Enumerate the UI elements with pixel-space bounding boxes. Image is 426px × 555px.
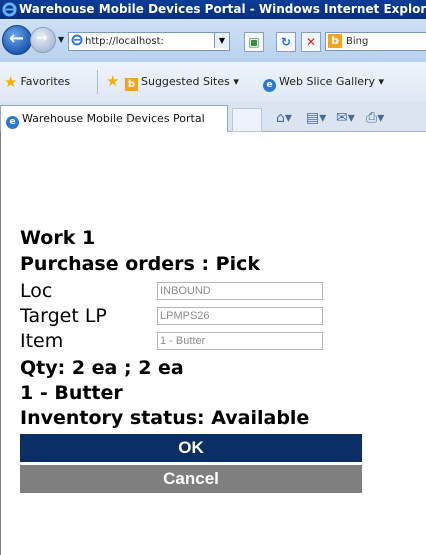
home-icon[interactable]: ⌂▾ <box>276 110 292 126</box>
new-tab-button[interactable] <box>232 108 262 132</box>
web-slice-gallery-link[interactable]: e Web Slice Gallery ▾ <box>263 74 384 92</box>
favorites-separator <box>97 70 98 94</box>
favorites-label: Favorites <box>20 75 71 88</box>
ie-logo-icon <box>2 2 17 17</box>
target-lp-row: Target LP <box>20 304 362 329</box>
add-to-favorites-icon[interactable]: ★ <box>106 72 119 90</box>
item-row: Item <box>20 329 362 354</box>
work-form: Work 1 Purchase orders : Pick Loc Target… <box>20 226 362 493</box>
bing-icon: b <box>328 34 342 48</box>
forward-button[interactable]: → <box>30 27 56 53</box>
navigation-bar: ← → ▼ http://localhost: ▼ ▣ ↻ ✕ b Bing <box>0 19 426 62</box>
search-placeholder: Bing <box>346 36 369 47</box>
favorites-star-icon: ★ <box>4 73 18 91</box>
favorites-bar: ★ Favorites ★ b Suggested Sites ▾ e Web Sli… <box>0 62 426 103</box>
item-label: Item <box>20 330 64 352</box>
search-input[interactable]: b Bing <box>325 32 426 51</box>
tab-label: Warehouse Mobile Devices Portal <box>22 112 205 125</box>
target-lp-field[interactable] <box>157 307 323 325</box>
tab-bar: e Warehouse Mobile Devices Portal ⌂▾ ▤▾ ✉… <box>0 102 426 132</box>
page-icon <box>71 34 83 46</box>
web-slice-gallery-icon: e <box>263 79 276 92</box>
address-field[interactable]: http://localhost: <box>68 32 230 51</box>
target-lp-label: Target LP <box>20 305 107 327</box>
print-icon[interactable]: ⎙▾ <box>366 110 384 126</box>
favorites-button[interactable]: ★ Favorites <box>4 74 70 90</box>
suggested-sites-label: Suggested Sites ▾ <box>141 75 239 88</box>
loc-row: Loc <box>20 279 362 304</box>
address-dropdown-icon[interactable]: ▼ <box>214 33 229 48</box>
page-subtitle: Purchase orders : Pick <box>20 253 260 275</box>
recent-pages-dropdown-icon[interactable]: ▼ <box>58 35 66 44</box>
refresh-icon[interactable]: ↻ <box>276 32 296 52</box>
window-titlebar: Warehouse Mobile Devices Portal - Window… <box>0 0 426 19</box>
read-mail-icon[interactable]: ✉▾ <box>336 110 355 126</box>
ok-button[interactable]: OK <box>20 434 362 462</box>
loc-label: Loc <box>20 280 53 302</box>
item-field[interactable] <box>157 332 323 350</box>
stop-icon[interactable]: ✕ <box>301 32 321 52</box>
tab-warehouse-portal[interactable]: e Warehouse Mobile Devices Portal <box>0 105 228 132</box>
forward-arrow-icon: → <box>36 30 48 46</box>
loc-field[interactable] <box>157 282 323 300</box>
cancel-button[interactable]: Cancel <box>20 465 362 493</box>
suggested-sites-icon: b <box>125 78 138 91</box>
web-slice-gallery-label: Web Slice Gallery ▾ <box>279 75 385 88</box>
feeds-icon[interactable]: ▤▾ <box>306 110 326 126</box>
suggested-sites-link[interactable]: b Suggested Sites ▾ <box>125 74 239 91</box>
window-title: Warehouse Mobile Devices Portal - Window… <box>19 2 426 16</box>
tab-page-icon: e <box>6 116 19 129</box>
qty-text: Qty: 2 ea ; 2 ea <box>20 357 184 379</box>
inventory-status: Inventory status: Available <box>20 407 310 429</box>
work-title: Work 1 <box>20 227 96 249</box>
back-arrow-icon: ← <box>9 28 25 49</box>
compatibility-view-icon[interactable]: ▣ <box>244 32 264 52</box>
address-url: http://localhost: <box>85 36 164 47</box>
item-description: 1 - Butter <box>20 382 123 404</box>
back-button[interactable]: ← <box>2 25 32 55</box>
